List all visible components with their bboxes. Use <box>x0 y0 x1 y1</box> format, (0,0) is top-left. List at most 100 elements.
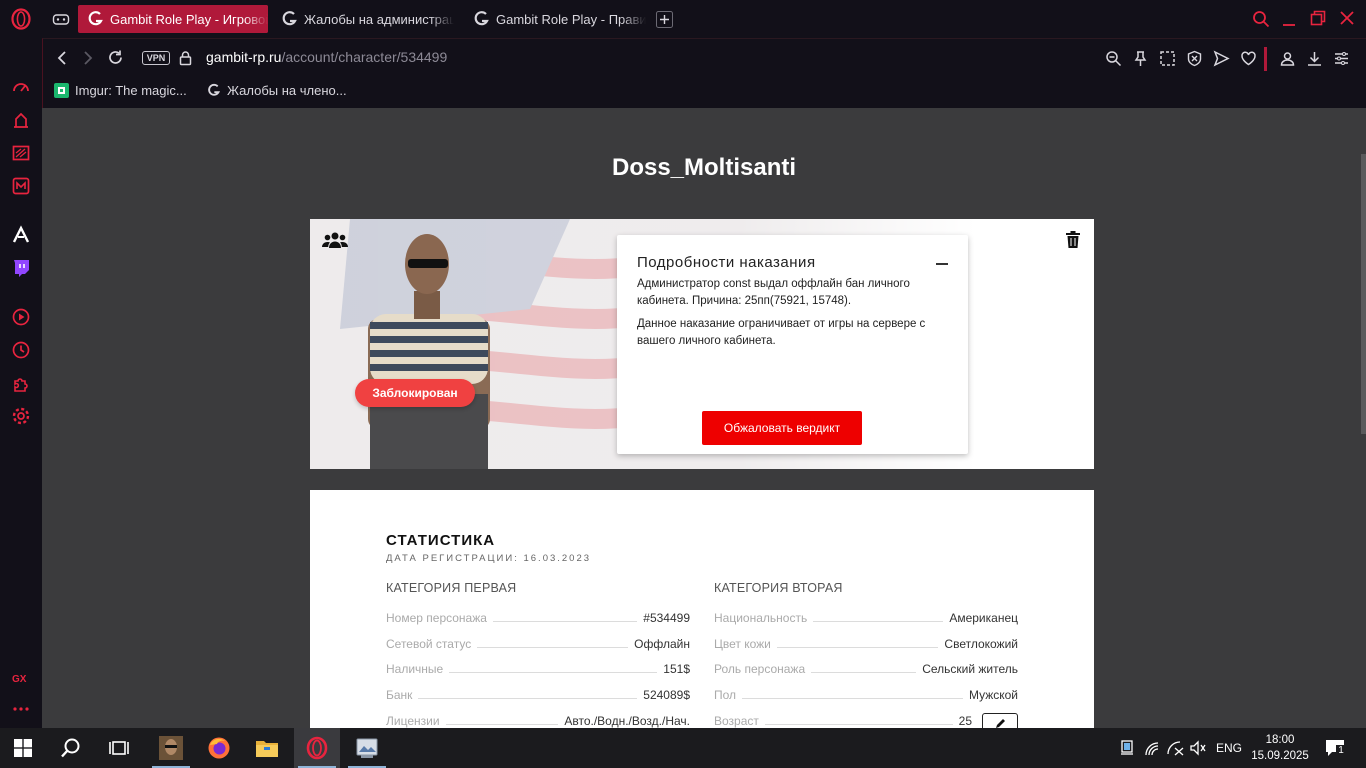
statistics-title: СТАТИСТИКА <box>386 532 496 549</box>
stat-row-bank: Банк 524089$ <box>386 688 690 706</box>
character-name: Doss_Moltisanti <box>611 154 797 181</box>
url-domain: gambit-rp.ru <box>206 49 282 65</box>
stat-label: Лицензии <box>386 714 446 728</box>
download-icon[interactable] <box>1306 50 1323 67</box>
gx-corner-icon[interactable] <box>11 110 31 130</box>
bookmarks-bar: Imgur: The magic... Жалобы на члено... <box>42 76 1366 108</box>
profile-icon[interactable] <box>1279 50 1296 67</box>
stat-row-licenses: Лицензии Авто./Водн./Возд./Нач. <box>386 714 690 728</box>
speed-dial-icon[interactable] <box>11 77 31 97</box>
edit-age-button[interactable] <box>982 713 1018 728</box>
appeal-verdict-button[interactable]: Обжаловать вердикт <box>702 411 862 445</box>
gambit-icon <box>88 11 103 26</box>
category-second-title: КАТЕГОРИЯ ВТОРАЯ <box>714 581 843 595</box>
tray-device-icon[interactable] <box>1120 740 1134 756</box>
delete-trash-icon[interactable] <box>1066 231 1080 248</box>
bookmark-imgur[interactable]: Imgur: The magic... <box>54 83 187 98</box>
system-clock[interactable]: 18:00 15.09.2025 <box>1250 732 1310 764</box>
task-view-button[interactable] <box>96 728 142 768</box>
image-viewer-icon <box>356 738 378 758</box>
more-options-icon[interactable] <box>13 706 29 712</box>
status-badge: Заблокирован <box>355 379 475 407</box>
extensions-icon[interactable] <box>11 373 31 393</box>
stat-label: Сетевой статус <box>386 637 478 651</box>
tab-gambit-game[interactable]: Gambit Role Play - Игровой <box>78 5 268 33</box>
stat-label: Банк <box>386 688 419 702</box>
heart-bookmark-icon[interactable] <box>1240 50 1257 67</box>
clock-date: 15.09.2025 <box>1251 750 1309 762</box>
taskbar-gta-samp[interactable] <box>148 728 194 768</box>
gx-control-badge[interactable]: GX <box>12 674 26 685</box>
clock-time: 18:00 <box>1265 734 1295 746</box>
bookmark-complaints[interactable]: Жалобы на члено... <box>206 83 347 98</box>
snapshot-icon[interactable] <box>1159 50 1176 67</box>
stat-row-age: Возраст 25 <box>714 714 972 728</box>
close-window-icon[interactable] <box>1339 10 1355 26</box>
history-icon[interactable] <box>11 340 31 360</box>
settings-gear-icon[interactable] <box>11 406 31 426</box>
folder-icon <box>256 741 278 757</box>
aria-ai-icon[interactable] <box>11 225 31 245</box>
ad-blocker-icon[interactable] <box>1186 50 1203 67</box>
send-icon[interactable] <box>1213 50 1230 67</box>
pencil-icon <box>996 719 1005 728</box>
character-card: Заблокирован Подробности наказания Админ… <box>310 219 1094 469</box>
scrollbar[interactable] <box>1361 154 1366 434</box>
new-tab-button[interactable] <box>656 11 673 28</box>
stat-label: Наличные <box>386 662 450 676</box>
url-field[interactable]: gambit-rp.ru/account/character/534499 <box>206 49 447 65</box>
minimize-window-icon[interactable] <box>1281 10 1297 28</box>
stat-value: 151$ <box>657 662 690 676</box>
zoom-icon[interactable] <box>1105 50 1122 67</box>
lock-icon[interactable] <box>179 50 192 66</box>
windows-taskbar: ENG 18:00 15.09.2025 1 <box>0 728 1366 768</box>
tab-complaints-admin[interactable]: Жалобы на администрацию <box>272 5 454 33</box>
notifications-icon[interactable]: 1 <box>1325 739 1346 757</box>
volume-muted-icon[interactable] <box>1190 740 1206 756</box>
firefox-icon <box>208 737 230 759</box>
stat-value: Авто./Водн./Возд./Нач. <box>558 714 690 728</box>
opera-gx-menu-icon[interactable] <box>10 8 32 30</box>
easy-setup-icon[interactable] <box>1333 50 1350 67</box>
stat-label: Роль персонажа <box>714 662 812 676</box>
news-icon[interactable] <box>11 143 31 163</box>
page-content: Doss_Moltisanti Заблокирован Подробности… <box>42 108 1366 728</box>
stat-row-cash: Наличные 151$ <box>386 662 690 680</box>
task-view-icon <box>109 741 129 755</box>
vpn-badge[interactable]: VPN <box>142 51 170 65</box>
reload-icon[interactable] <box>107 49 124 66</box>
stat-label: Пол <box>714 688 743 702</box>
network-wifi-icon[interactable] <box>1144 740 1160 756</box>
windows-logo-icon <box>14 739 32 757</box>
taskbar-firefox[interactable] <box>196 728 242 768</box>
stat-value: Мужской <box>962 688 1018 702</box>
collapse-minus-icon[interactable] <box>936 263 948 265</box>
windows-start-button[interactable] <box>0 728 46 768</box>
language-indicator[interactable]: ENG <box>1216 728 1242 768</box>
taskbar-opera-gx[interactable] <box>294 728 340 768</box>
imgur-icon <box>54 83 69 98</box>
tab-gambit-rules[interactable]: Gambit Role Play - Правила <box>464 5 646 33</box>
back-icon[interactable] <box>55 50 69 66</box>
restore-window-icon[interactable] <box>1310 10 1326 26</box>
taskbar-search-button[interactable] <box>48 728 94 768</box>
pin-icon[interactable] <box>1132 50 1149 67</box>
group-users-icon[interactable] <box>322 231 348 249</box>
gamepad-icon[interactable] <box>52 11 70 27</box>
twitch-icon[interactable] <box>11 258 31 278</box>
messenger-icon[interactable] <box>11 176 31 196</box>
punishment-effect: Данное наказание ограничивает от игры на… <box>637 318 926 347</box>
search-tabs-icon[interactable] <box>1252 10 1270 28</box>
airplane-network-icon[interactable] <box>1166 740 1184 756</box>
taskbar-image-viewer[interactable] <box>344 728 390 768</box>
player-icon[interactable] <box>11 307 31 327</box>
notification-count: 1 <box>1336 745 1346 757</box>
forward-icon[interactable] <box>81 50 95 66</box>
tab-strip: Gambit Role Play - Игровой Жалобы на адм… <box>0 0 1366 38</box>
punishment-reason: Администратор const выдал оффлайн бан ли… <box>637 278 910 307</box>
stat-value: Светлокожий <box>938 637 1018 651</box>
taskbar-file-explorer[interactable] <box>244 728 290 768</box>
stat-row-skin-color: Цвет кожи Светлокожий <box>714 637 1018 655</box>
stat-row-character-number: Номер персонажа #534499 <box>386 611 690 629</box>
address-bar: VPN gambit-rp.ru/account/character/53449… <box>42 38 1366 76</box>
